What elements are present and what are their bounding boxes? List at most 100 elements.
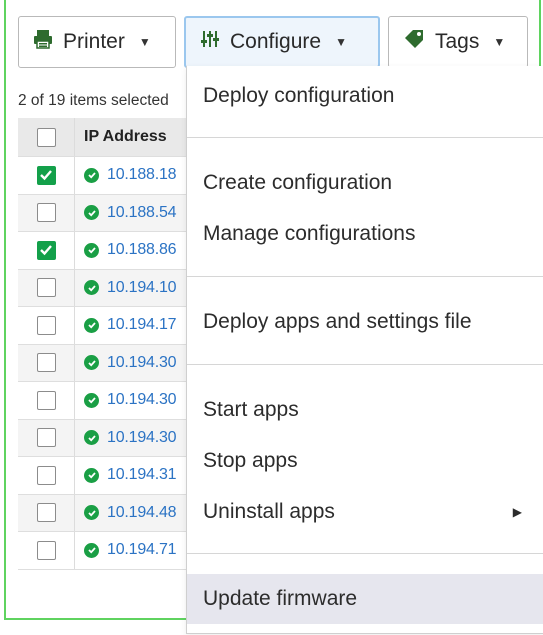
row-select-cell [18, 307, 75, 344]
configure-dropdown-button[interactable]: Configure ▼ [184, 16, 380, 68]
menu-divider [187, 364, 543, 365]
table-row[interactable]: 10.194.31 [18, 457, 193, 495]
menu-divider [187, 553, 543, 554]
row-checkbox[interactable] [36, 465, 56, 485]
check-circle-icon [84, 167, 99, 183]
row-checkbox[interactable] [36, 503, 56, 523]
ip-address-link[interactable]: 10.194.10 [107, 279, 177, 297]
selection-status: 2 of 19 items selected [18, 92, 169, 109]
table-row[interactable]: 10.188.86 [18, 232, 193, 270]
row-select-cell [18, 419, 75, 456]
chevron-down-icon: ▼ [138, 35, 151, 49]
row-select-cell [18, 457, 75, 494]
ip-address-cell: 10.188.18 [75, 166, 193, 184]
ip-address-link[interactable]: 10.188.18 [107, 166, 177, 184]
table-row[interactable]: 10.188.18 [18, 157, 193, 195]
ip-address-link[interactable]: 10.194.30 [107, 354, 177, 372]
table-row[interactable]: 10.194.30 [18, 419, 193, 457]
tags-label: Tags [435, 30, 480, 53]
menu-item-start-apps[interactable]: Start apps [187, 386, 543, 434]
checkmark-icon [40, 170, 52, 181]
row-select-cell [18, 532, 75, 569]
checkmark-icon [40, 245, 52, 256]
ip-address-link[interactable]: 10.194.48 [107, 504, 177, 522]
table-row[interactable]: 10.194.30 [18, 382, 193, 420]
row-checkbox[interactable] [36, 428, 56, 448]
row-select-cell [18, 269, 75, 306]
printer-dropdown-button[interactable]: Printer ▼ [18, 16, 176, 68]
check-circle-icon [84, 242, 99, 258]
menu-item-deploy-configuration[interactable]: Deploy configuration [187, 72, 543, 120]
table-row[interactable]: 10.194.30 [18, 344, 193, 382]
configure-dropdown-menu: Deploy configuration Create configuratio… [186, 66, 543, 634]
check-circle-icon [84, 505, 99, 521]
row-select-cell [18, 344, 75, 381]
printer-icon [33, 29, 53, 55]
uninstall-apps-label: Uninstall apps [203, 500, 335, 523]
ip-address-cell: 10.188.54 [75, 204, 193, 222]
ip-address-link[interactable]: 10.194.17 [107, 316, 177, 334]
table-row[interactable]: 10.194.17 [18, 307, 193, 345]
ip-address-cell: 10.194.31 [75, 466, 193, 484]
printer-label: Printer [63, 30, 125, 53]
menu-divider [187, 276, 543, 277]
ip-address-cell: 10.194.71 [75, 541, 193, 559]
ip-address-link[interactable]: 10.194.31 [107, 466, 177, 484]
menu-divider [187, 137, 543, 138]
ip-address-link[interactable]: 10.194.30 [107, 429, 177, 447]
row-checkbox[interactable] [36, 390, 56, 410]
table-row[interactable]: 10.194.48 [18, 494, 193, 532]
check-circle-icon [84, 205, 99, 221]
menu-item-deploy-apps-settings[interactable]: Deploy apps and settings file [187, 298, 543, 346]
tag-icon [403, 29, 425, 55]
menu-item-uninstall-apps[interactable]: Uninstall apps ▶ [187, 488, 543, 536]
menu-item-update-firmware[interactable]: Update firmware [187, 574, 543, 624]
row-checkbox[interactable] [36, 540, 56, 560]
ip-address-cell: 10.194.30 [75, 429, 193, 447]
row-select-cell [18, 494, 75, 531]
check-circle-icon [84, 392, 99, 408]
ip-address-link[interactable]: 10.194.71 [107, 541, 177, 559]
row-checkbox[interactable] [36, 315, 56, 335]
menu-item-create-configuration[interactable]: Create configuration [187, 159, 543, 207]
printers-table: IP Address 10.188.18 10.188.54 10.188.86 10… [18, 118, 193, 570]
select-all-cell [18, 118, 75, 156]
table-header-row: IP Address [18, 118, 193, 157]
ip-address-cell: 10.188.86 [75, 241, 193, 259]
check-circle-icon [84, 280, 99, 296]
chevron-down-icon: ▼ [335, 35, 347, 49]
row-select-cell [18, 194, 75, 231]
check-circle-icon [84, 430, 99, 446]
row-checkbox[interactable] [36, 240, 56, 260]
ip-address-column-header[interactable]: IP Address [75, 128, 193, 146]
check-circle-icon [84, 355, 99, 371]
ip-address-link[interactable]: 10.194.30 [107, 391, 177, 409]
table-row[interactable]: 10.194.10 [18, 269, 193, 307]
ip-address-cell: 10.194.17 [75, 316, 193, 334]
select-all-checkbox[interactable] [36, 127, 56, 147]
table-row[interactable]: 10.188.54 [18, 194, 193, 232]
ip-address-cell: 10.194.30 [75, 391, 193, 409]
menu-item-stop-apps[interactable]: Stop apps [187, 437, 543, 485]
menu-item-manage-configurations[interactable]: Manage configurations [187, 210, 543, 258]
row-checkbox[interactable] [36, 278, 56, 298]
chevron-down-icon: ▼ [493, 35, 506, 49]
row-select-cell [18, 382, 75, 419]
ip-address-link[interactable]: 10.188.86 [107, 241, 177, 259]
configure-label: Configure [230, 30, 322, 53]
ip-address-cell: 10.194.48 [75, 504, 193, 522]
row-checkbox[interactable] [36, 353, 56, 373]
row-checkbox[interactable] [36, 203, 56, 223]
row-select-cell [18, 232, 75, 269]
row-select-cell [18, 157, 75, 194]
check-circle-icon [84, 542, 99, 558]
row-checkbox[interactable] [36, 165, 56, 185]
tags-dropdown-button[interactable]: Tags ▼ [388, 16, 528, 68]
table-row[interactable]: 10.194.71 [18, 532, 193, 570]
ip-address-cell: 10.194.30 [75, 354, 193, 372]
check-circle-icon [84, 317, 99, 333]
sliders-icon [200, 29, 220, 55]
check-circle-icon [84, 467, 99, 483]
ip-address-link[interactable]: 10.188.54 [107, 204, 177, 222]
ip-address-cell: 10.194.10 [75, 279, 193, 297]
